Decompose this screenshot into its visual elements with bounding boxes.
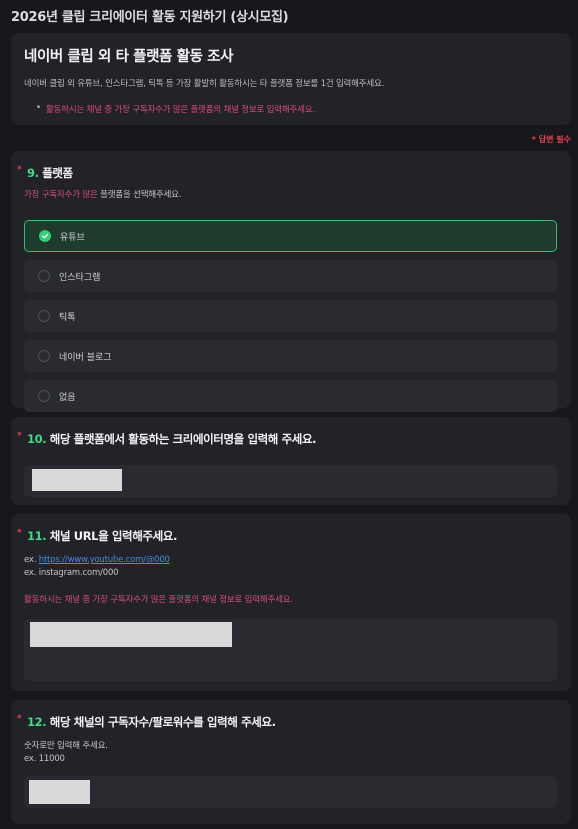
example-prefix: ex. xyxy=(24,555,39,565)
redacted-value xyxy=(32,469,122,491)
option-naver-blog[interactable]: 네이버 블로그 xyxy=(24,340,557,372)
subscriber-hint: 숫자로만 입력해 주세요. xyxy=(24,741,108,751)
option-label: 인스타그램 xyxy=(59,272,101,283)
required-star: * xyxy=(17,431,22,441)
question-10-card: * 10. 해당 플랫폼에서 활동하는 크리에이터명을 입력해 주세요. xyxy=(11,417,571,505)
required-star: * xyxy=(17,165,22,175)
subtitle-highlight: 가장 구독자수가 많은 xyxy=(24,190,98,200)
channel-notice: 활동하시는 채널 중 가장 구독자수가 많은 플랫폼의 채널 정보로 입력해주세… xyxy=(24,595,293,605)
question-9-subtitle: 가장 구독자수가 많은 플랫폼을 선택해주세요. xyxy=(24,189,558,202)
creator-name-input[interactable] xyxy=(24,465,557,497)
intro-description: 네이버 클립 외 유튜브, 인스타그램, 틱톡 등 가장 활발히 활동하시는 타… xyxy=(24,79,385,89)
option-none[interactable]: 없음 xyxy=(24,380,557,412)
question-9-card: * 9. 플랫폼 가장 구독자수가 많은 플랫폼을 선택해주세요. 유튜브 인스타… xyxy=(11,151,571,412)
example-url-1: ex. https://www.youtube.com/@000 xyxy=(24,554,558,567)
option-label: 없음 xyxy=(59,392,76,403)
required-star: * xyxy=(17,714,22,724)
subtitle-rest: 플랫폼을 선택해주세요. xyxy=(97,190,182,200)
redacted-value xyxy=(29,780,90,804)
question-number: 10. xyxy=(27,432,47,446)
check-circle-icon xyxy=(39,230,51,242)
required-star: * xyxy=(17,528,22,538)
intro-notice: 활동하시는 채널 중 가장 구독자수가 많은 플랫폼의 채널 정보로 입력해주세… xyxy=(36,103,558,115)
subscriber-count-input[interactable] xyxy=(24,776,557,808)
question-11-title: * 11. 채널 URL을 입력해주세요. xyxy=(17,528,558,544)
radio-circle-icon xyxy=(38,350,50,362)
subscriber-example: ex. 11000 xyxy=(24,754,65,764)
channel-url-textarea[interactable] xyxy=(24,619,557,681)
redacted-value xyxy=(30,622,232,647)
radio-circle-icon xyxy=(38,390,50,402)
question-11-card: * 11. 채널 URL을 입력해주세요. ex. https://www.you… xyxy=(11,514,571,691)
example-link[interactable]: https://www.youtube.com/@000 xyxy=(39,555,170,565)
intro-notice-list: 활동하시는 채널 중 가장 구독자수가 많은 플랫폼의 채널 정보로 입력해주세… xyxy=(24,103,558,115)
example-url-2: ex. instagram.com/000 xyxy=(24,568,119,578)
option-label: 유튜브 xyxy=(60,232,85,243)
question-10-title: * 10. 해당 플랫폼에서 활동하는 크리에이터명을 입력해 주세요. xyxy=(17,431,558,447)
intro-card: 네이버 클립 외 타 플랫폼 활동 조사 네이버 클립 외 유튜브, 인스타그램… xyxy=(11,33,571,125)
question-number: 11. xyxy=(27,529,47,543)
option-tiktok[interactable]: 틱톡 xyxy=(24,300,557,332)
option-label: 네이버 블로그 xyxy=(59,352,112,363)
question-text: 채널 URL을 입력해주세요. xyxy=(49,529,178,543)
question-text: 해당 채널의 구독자수/팔로워수를 입력해 주세요. xyxy=(49,715,276,729)
question-text: 해당 플랫폼에서 활동하는 크리에이터명을 입력해 주세요. xyxy=(49,432,317,446)
intro-heading: 네이버 클립 외 타 플랫폼 활동 조사 xyxy=(24,49,234,65)
radio-circle-icon xyxy=(38,310,50,322)
question-12-title: * 12. 해당 채널의 구독자수/팔로워수를 입력해 주세요. xyxy=(17,714,558,730)
option-youtube[interactable]: 유튜브 xyxy=(24,220,557,252)
question-12-card: * 12. 해당 채널의 구독자수/팔로워수를 입력해 주세요. 숫자로만 입력해… xyxy=(11,700,571,824)
option-instagram[interactable]: 인스타그램 xyxy=(24,260,557,292)
page-title: 2026년 클립 크리에이터 활동 지원하기 (상시모집) xyxy=(11,10,289,25)
question-9-title: * 9. 플랫폼 xyxy=(17,165,558,181)
question-text: 플랫폼 xyxy=(42,166,73,180)
option-label: 틱톡 xyxy=(59,312,76,323)
question-number: 9. xyxy=(27,166,39,180)
required-note: * 답변 필수 xyxy=(531,135,571,144)
question-number: 12. xyxy=(27,715,47,729)
radio-circle-icon xyxy=(38,270,50,282)
